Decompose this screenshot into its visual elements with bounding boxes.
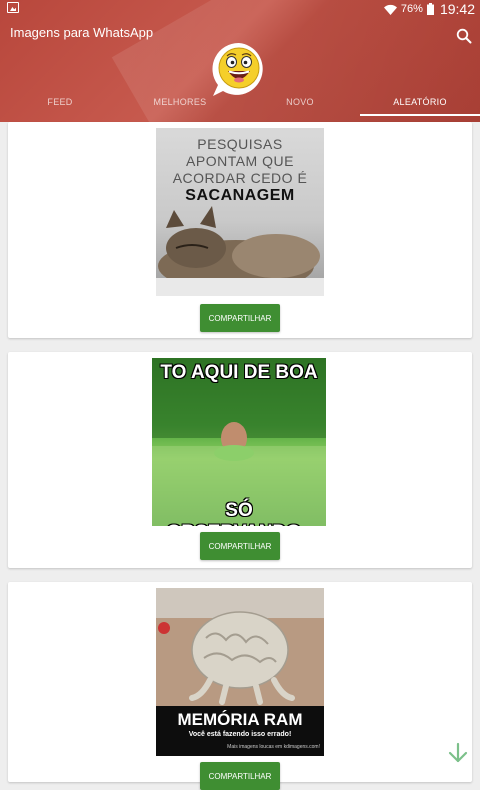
meme-text-line: SACANAGEM	[185, 187, 295, 204]
meme-text-line: PESQUISAS	[197, 136, 283, 152]
post-card: PESQUISAS APONTAM QUE ACORDAR CEDO É SAC…	[8, 122, 472, 338]
arrow-down-icon[interactable]	[447, 742, 469, 764]
search-icon[interactable]	[456, 28, 472, 44]
meme-top-text: TO AQUI DE BOA	[160, 362, 318, 383]
post-image-lake-meme[interactable]: TO AQUI DE BOA SÓ OBSERVANDO..	[152, 358, 326, 526]
share-button[interactable]: COMPARTILHAR	[200, 532, 280, 560]
post-image-cat-meme[interactable]: PESQUISAS APONTAM QUE ACORDAR CEDO É SAC…	[156, 128, 324, 296]
meme-title-text: MEMÓRIA RAM	[177, 710, 303, 729]
tab-bar: FEED MELHORES NOVO ALEATÓRIO	[0, 90, 480, 122]
meme-subtitle-text: Você está fazendo isso errado!	[188, 731, 292, 738]
post-card: TO AQUI DE BOA SÓ OBSERVANDO.. COMPARTIL…	[8, 352, 472, 568]
tab-novo[interactable]: NOVO	[240, 90, 360, 122]
meme-credit-text: Mais imagens loucas em kdimagens.com!	[227, 744, 320, 750]
status-right: 76% 19:42	[383, 1, 475, 17]
gallery-icon	[7, 2, 19, 13]
post-card: MEMÓRIA RAM Você está fazendo isso errad…	[8, 582, 472, 790]
post-image-brain-meme[interactable]: MEMÓRIA RAM Você está fazendo isso errad…	[156, 588, 324, 756]
meme-text-line: APONTAM QUE	[186, 153, 294, 169]
tab-melhores[interactable]: MELHORES	[120, 90, 240, 122]
meme-bottom-text: SÓ OBSERVANDO..	[167, 500, 312, 526]
battery-percent: 76%	[400, 3, 423, 15]
wifi-icon	[383, 4, 397, 15]
app-title: Imagens para WhatsApp	[10, 25, 154, 40]
status-bar: 76% 19:42	[0, 0, 480, 17]
battery-icon	[426, 3, 434, 15]
clock: 19:42	[439, 1, 475, 17]
tab-feed[interactable]: FEED	[0, 90, 120, 122]
tab-aleatorio[interactable]: ALEATÓRIO	[360, 90, 480, 122]
app-header: 76% 19:42 Imagens para WhatsApp FEED MEL…	[0, 0, 480, 122]
share-button[interactable]: COMPARTILHAR	[200, 762, 280, 790]
share-button[interactable]: COMPARTILHAR	[200, 304, 280, 332]
meme-text-line: ACORDAR CEDO É	[172, 170, 308, 186]
